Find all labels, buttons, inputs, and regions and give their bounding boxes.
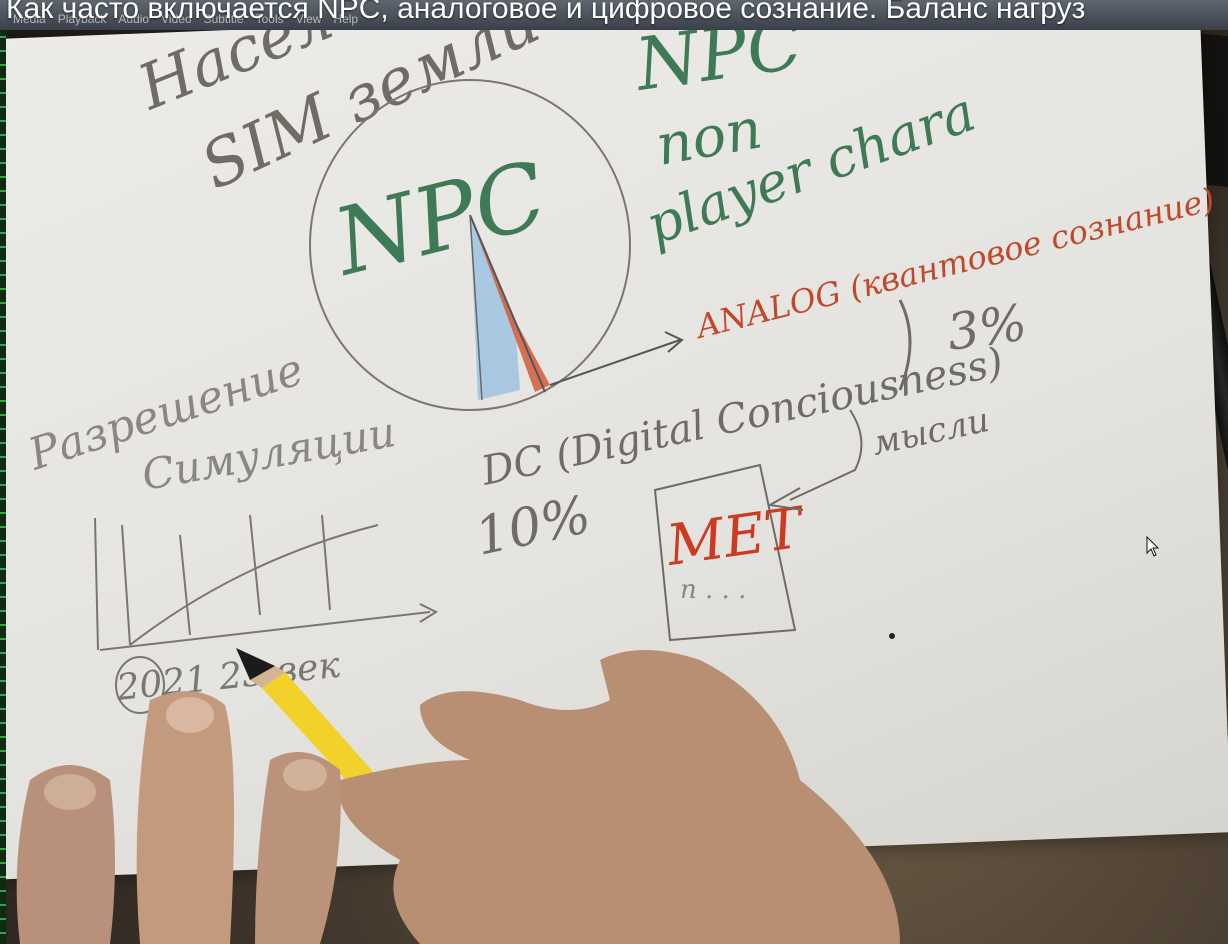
hand-with-pencil (16, 648, 900, 944)
video-player-frame: Насел SIM земли NPC NPC non player chara… (0, 0, 1228, 944)
fingernail-3 (283, 759, 327, 791)
fingernail-1 (166, 697, 214, 733)
video-title-overlay: Как часто включается NPC, аналоговое и ц… (6, 0, 1086, 25)
hand-palm (338, 650, 900, 944)
player-menu-bar: Media Playback Audio Video Subtitle Tool… (0, 0, 1228, 30)
fingernail-2 (44, 774, 96, 810)
mouse-pointer-icon (1146, 536, 1160, 557)
